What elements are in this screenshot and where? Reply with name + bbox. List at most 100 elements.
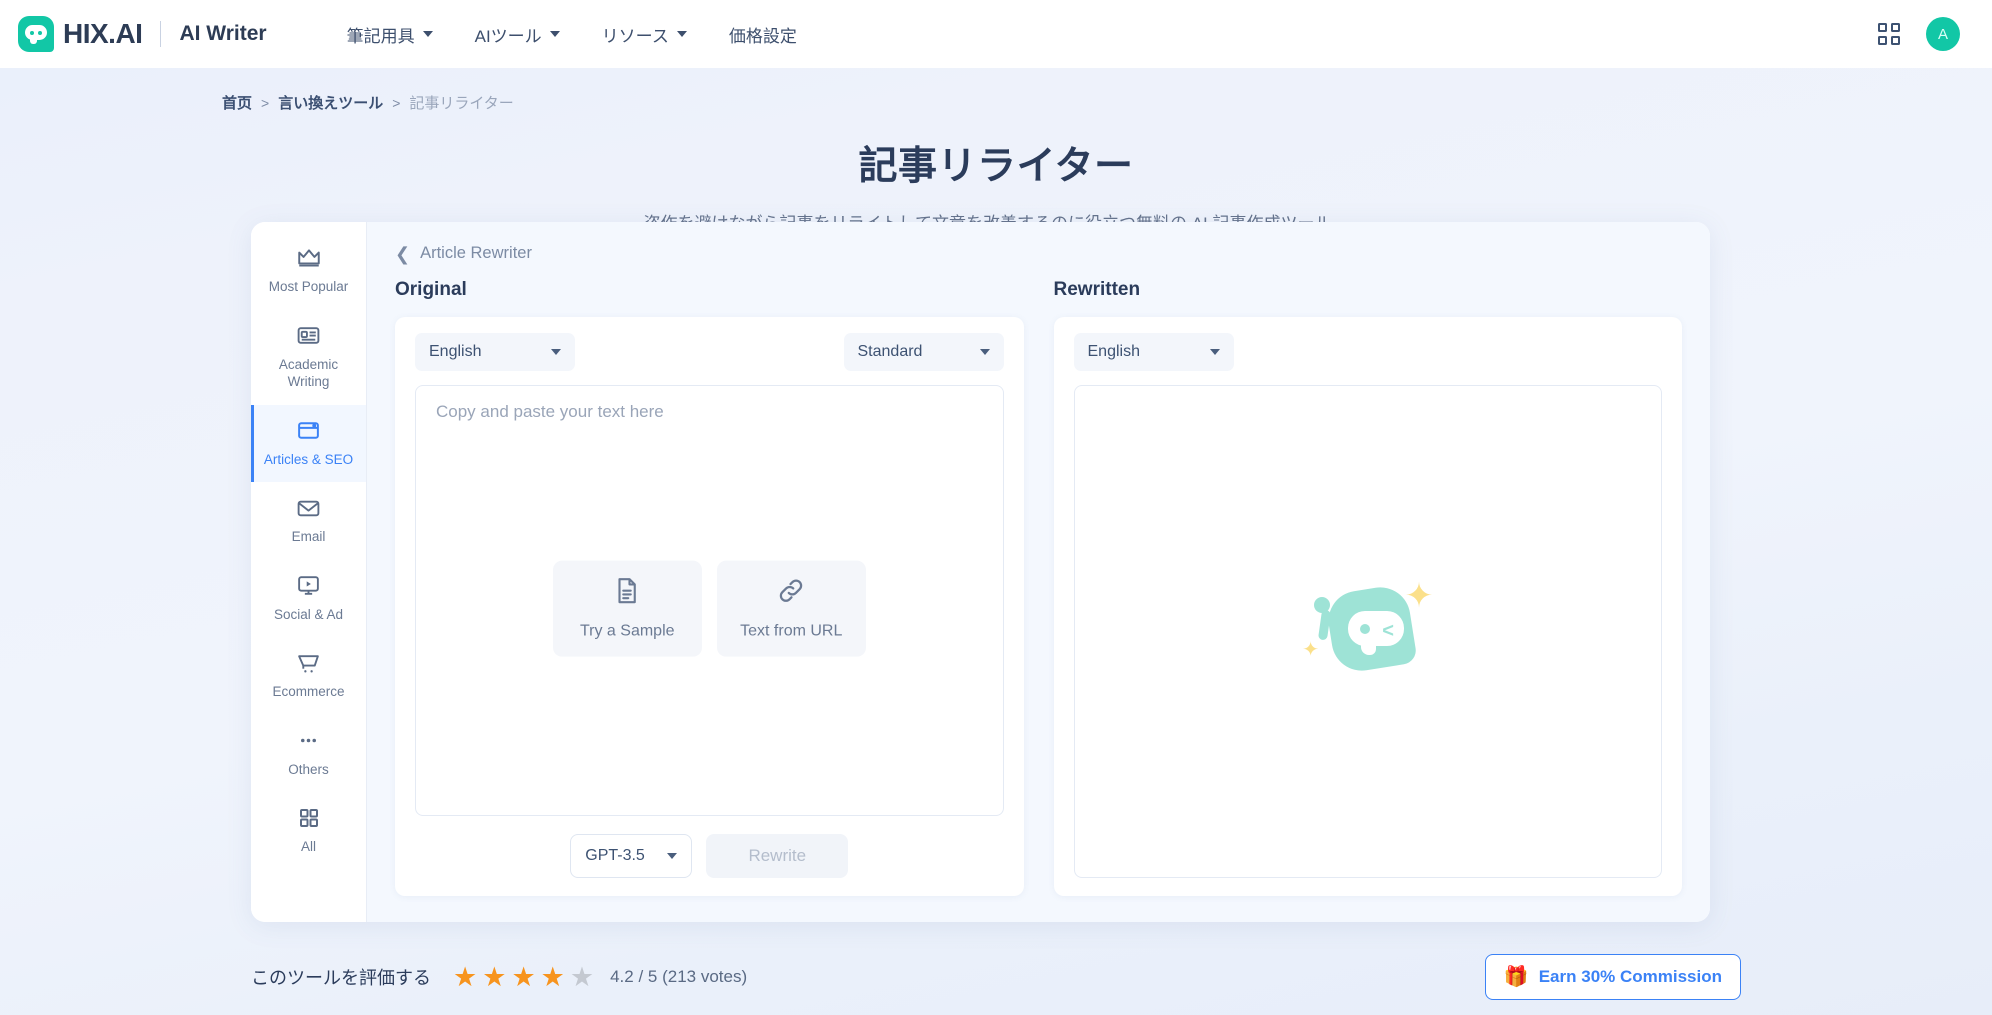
sidebar-item-label: Most Popular (268, 279, 349, 294)
star-icon[interactable]: ★ (482, 963, 506, 991)
original-language-value: English (429, 343, 482, 360)
product-name: AI Writer (179, 22, 267, 45)
rewritten-pane: Rewritten English < ✦ ✦ (1053, 279, 1682, 896)
sidebar-item-label: Academic Writing (278, 356, 339, 390)
main-menu: 筆記用具 AIツール リソース 価格設定 (347, 22, 797, 47)
sidebar-item-academic-writing[interactable]: Academic Writing (251, 310, 366, 405)
model-value: GPT-3.5 (585, 847, 645, 864)
sidebar-item-label: Email (291, 529, 326, 545)
star-icon[interactable]: ★ (541, 963, 565, 991)
shopping-cart-icon (257, 650, 360, 676)
original-pane-title: Original (395, 279, 467, 300)
ellipsis-icon (257, 728, 360, 754)
chevron-down-icon (549, 31, 560, 37)
tool-card: Most Popular Academic Writing Articles &… (251, 222, 1710, 922)
rewrite-button[interactable]: Rewrite (706, 834, 849, 878)
rewritten-pane-title: Rewritten (1053, 279, 1141, 300)
sidebar-item-label: All (300, 839, 316, 855)
chevron-down-icon (667, 853, 678, 859)
model-select[interactable]: GPT-3.5 (570, 834, 693, 878)
chevron-down-icon (422, 31, 433, 37)
sidebar-item-ecommerce[interactable]: Ecommerce (251, 637, 366, 715)
browser-window-icon (257, 418, 360, 444)
text-from-url-label: Text from URL (740, 622, 843, 640)
input-helper-actions: Try a Sample Text from URL (416, 560, 1003, 657)
back-to-article-rewriter[interactable]: ❮ Article Rewriter (395, 244, 1682, 263)
breadcrumb-home[interactable]: 首页 (222, 92, 252, 113)
breadcrumb-separator: > (261, 94, 270, 111)
back-label: Article Rewriter (420, 244, 532, 262)
original-footer-controls: GPT-3.5 Rewrite (415, 834, 1004, 878)
rewrite-mode-select[interactable]: Standard (843, 333, 1004, 371)
sidebar-item-all[interactable]: All (251, 792, 366, 870)
sidebar-item-most-popular[interactable]: Most Popular (251, 232, 366, 310)
original-textarea[interactable]: Copy and paste your text here Try a Samp… (415, 385, 1004, 816)
nav-label: AIツール (474, 26, 542, 46)
sidebar-item-label: Social & Ad (273, 606, 344, 622)
try-a-sample-label: Try a Sample (579, 622, 675, 640)
rewritten-pane-box: English < ✦ ✦ (1053, 317, 1682, 896)
nav-label: リソース (601, 26, 669, 46)
text-from-url-button[interactable]: Text from URL (716, 560, 866, 657)
sidebar-item-articles-seo[interactable]: Articles & SEO (251, 404, 366, 483)
sidebar-item-label: Ecommerce (272, 684, 345, 700)
rating-text: 4.2 / 5 (213 votes) (610, 967, 748, 986)
grid-apps-icon[interactable] (1878, 23, 1900, 45)
logo-wordmark: HIX.AI (63, 18, 143, 49)
earn-commission-button[interactable]: 🎁 Earn 30% Commission (1484, 954, 1741, 1000)
bottom-bar: このツールを評価する ★ ★ ★ ★ ★ 4.2 / 5 (213 votes)… (0, 948, 1992, 1006)
chevron-left-icon: ❮ (395, 243, 411, 264)
star-icon[interactable]: ★ (511, 963, 535, 991)
monitor-play-icon (257, 573, 360, 599)
rewritten-output-area: < ✦ ✦ (1073, 385, 1662, 878)
chevron-down-icon (676, 31, 687, 37)
original-pane-box: English Standard Copy and paste your tex… (395, 317, 1024, 896)
breadcrumb: 首页 > 言い換えツール > 記事リライター (0, 68, 1992, 113)
nav-item-writing-tools[interactable]: 筆記用具 (347, 22, 433, 47)
chevron-down-icon (979, 349, 990, 355)
star-icon-empty[interactable]: ★ (570, 963, 594, 991)
sidebar-item-others[interactable]: Others (251, 715, 366, 793)
original-controls: English Standard (415, 333, 1004, 371)
rate-tool-label: このツールを評価する (251, 968, 431, 988)
chevron-down-icon (551, 349, 561, 355)
rewrite-mode-value: Standard (857, 343, 923, 360)
brand-logo[interactable]: HIX.AI AI Writer (18, 16, 267, 52)
breadcrumb-separator: > (392, 94, 401, 111)
nav-item-pricing[interactable]: 価格設定 (729, 22, 797, 47)
nav-item-ai-tools[interactable]: AIツール (475, 22, 560, 47)
chevron-down-icon (1209, 349, 1220, 355)
link-chain-icon (776, 576, 806, 611)
page-title: 記事リライター (858, 145, 1134, 188)
nav-label: 筆記用具 (346, 26, 415, 46)
avatar[interactable]: A (1926, 17, 1960, 51)
top-navigation-bar: HIX.AI AI Writer 筆記用具 AIツール リソース 価格設定 A (0, 0, 1992, 68)
sidebar-item-social-ad[interactable]: Social & Ad (251, 560, 366, 638)
nav-item-resources[interactable]: リソース (602, 22, 687, 47)
hix-chat-bubble-logo-icon (18, 16, 54, 52)
envelope-icon (257, 495, 360, 521)
try-a-sample-button[interactable]: Try a Sample (552, 560, 702, 657)
tool-workspace: ❮ Article Rewriter Original English Stan… (367, 222, 1710, 922)
topbar-right-group: A (1878, 17, 1960, 51)
rating-stars[interactable]: ★ ★ ★ ★ ★ (453, 963, 594, 991)
original-language-select[interactable]: English (415, 333, 575, 371)
hix-mascot-icon: < ✦ ✦ (1300, 577, 1435, 687)
rewritten-language-value: English (1087, 343, 1140, 360)
category-sidebar: Most Popular Academic Writing Articles &… (251, 222, 367, 922)
breadcrumb-parent[interactable]: 言い換えツール (278, 92, 383, 113)
star-icon[interactable]: ★ (453, 963, 477, 991)
grid-squares-icon (257, 805, 360, 831)
original-pane: Original English Standard Copy and paste… (395, 279, 1024, 896)
sidebar-item-email[interactable]: Email (251, 482, 366, 560)
breadcrumb-current: 記事リライター (409, 95, 514, 112)
rewritten-language-select[interactable]: English (1073, 333, 1234, 371)
editor-panes: Original English Standard Copy and paste… (395, 279, 1682, 896)
original-placeholder: Copy and paste your text here (436, 402, 664, 421)
logo-divider (160, 21, 162, 47)
sparkle-icon: ✦ (1302, 636, 1320, 661)
rewritten-controls: English (1073, 333, 1663, 371)
earn-commission-label: Earn 30% Commission (1538, 967, 1722, 986)
sparkle-icon: ✦ (1404, 575, 1434, 616)
crown-icon (257, 245, 360, 271)
